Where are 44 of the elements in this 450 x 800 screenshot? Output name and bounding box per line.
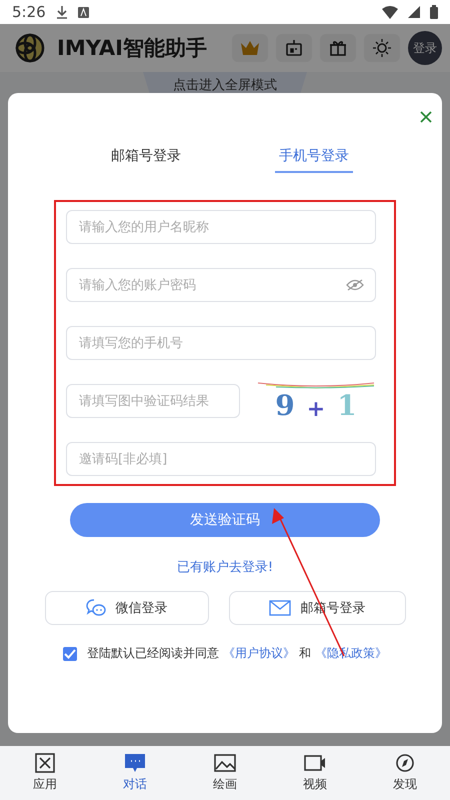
close-icon[interactable] — [418, 109, 434, 125]
password-field[interactable]: 请输入您的账户密码 — [66, 268, 376, 302]
agreement-text: 和 — [299, 645, 311, 662]
hide-password-icon[interactable] — [346, 279, 364, 291]
login-tab[interactable]: 邮箱号登录 — [107, 143, 185, 173]
logo-icon — [15, 33, 45, 63]
sun-icon — [373, 39, 391, 57]
crown-icon — [240, 40, 260, 56]
agreement-text: 登陆默认已经阅读并同意 — [87, 645, 219, 662]
chat-icon — [124, 753, 146, 773]
wechat-login-button[interactable]: 微信登录 — [44, 591, 208, 625]
crown-button[interactable] — [232, 34, 268, 62]
agree-checkbox[interactable] — [63, 646, 77, 660]
nav-tab[interactable]: 应用 — [33, 753, 57, 793]
battery-icon — [430, 5, 438, 19]
robot-button[interactable] — [276, 34, 312, 62]
nav-tab[interactable]: 对话 — [123, 753, 147, 793]
discover-icon — [394, 753, 416, 773]
apps-icon — [34, 753, 56, 773]
input-field[interactable]: 请填写您的手机号 — [66, 326, 376, 360]
nav-tab[interactable]: 发现 — [393, 753, 417, 793]
user-agreement-link[interactable]: 《用户协议》 — [223, 645, 295, 662]
notification-icon — [78, 6, 89, 18]
image-icon — [214, 753, 236, 773]
captcha-field[interactable]: 请填写图中验证码结果 — [66, 384, 240, 418]
input-field[interactable]: 请输入您的用户名昵称 — [66, 210, 376, 244]
login-tab[interactable]: 手机号登录 — [275, 143, 353, 173]
signal-icon — [408, 6, 420, 18]
nav-tab[interactable]: 视频 — [303, 753, 327, 793]
video-icon — [304, 753, 326, 773]
nav-tab[interactable]: 绘画 — [213, 753, 237, 793]
input-field[interactable]: 邀请码[非必填] — [66, 442, 376, 476]
download-icon — [56, 5, 68, 19]
status-time: 5:26 — [12, 3, 46, 21]
wifi-icon — [382, 6, 398, 18]
app-title: IMYAI智能助手 — [57, 35, 207, 62]
gift-icon — [329, 39, 347, 57]
login-button[interactable]: 登录 — [408, 31, 442, 65]
gift-button[interactable] — [320, 34, 356, 62]
chat-bubbles-icon — [86, 599, 106, 617]
theme-button[interactable] — [364, 34, 400, 62]
login-link[interactable]: 已有账户去登录! — [170, 557, 280, 577]
robot-icon — [285, 39, 303, 57]
envelope-icon — [268, 600, 290, 616]
